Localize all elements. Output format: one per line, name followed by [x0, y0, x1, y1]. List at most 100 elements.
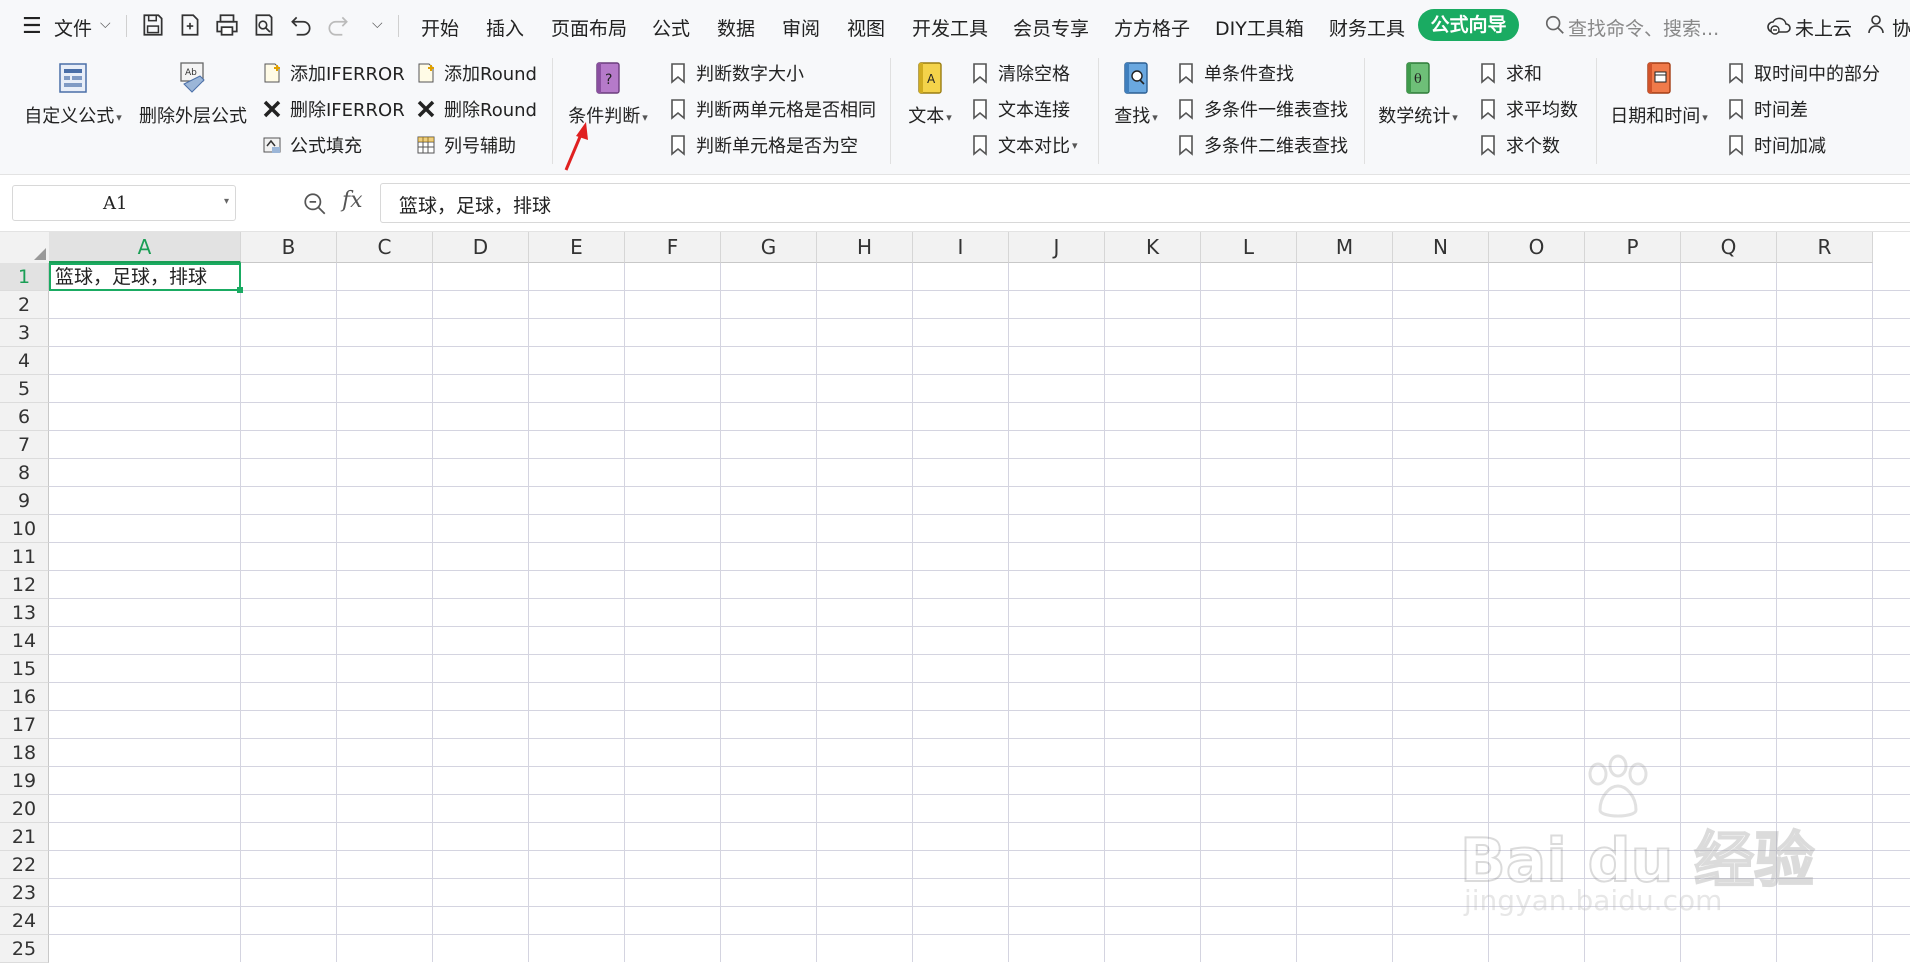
row-header-21[interactable]: 21: [0, 823, 49, 851]
row-header-15[interactable]: 15: [0, 655, 49, 683]
formula-fill-button[interactable]: 公式填充: [262, 132, 362, 158]
tab-member[interactable]: 会员专享: [1013, 14, 1089, 41]
name-box[interactable]: A1 ▾: [12, 185, 236, 221]
tab-view[interactable]: 视图: [847, 14, 885, 41]
row-header-16[interactable]: 16: [0, 683, 49, 711]
multi-2d-lookup-button[interactable]: 多条件二维表查找: [1176, 132, 1348, 158]
tab-review[interactable]: 审阅: [782, 14, 820, 41]
time-add-button[interactable]: 时间加减: [1726, 132, 1826, 158]
column-header-j[interactable]: J: [1009, 232, 1105, 263]
cloud-icon[interactable]: [1766, 13, 1792, 37]
column-header-k[interactable]: K: [1105, 232, 1201, 263]
tab-finance[interactable]: 财务工具: [1329, 14, 1405, 41]
single-condition-lookup-button[interactable]: 单条件查找: [1176, 60, 1294, 86]
row-header-8[interactable]: 8: [0, 459, 49, 487]
count-button[interactable]: 求个数: [1478, 132, 1560, 158]
add-round-button[interactable]: 添加Round: [416, 60, 537, 86]
row-header-18[interactable]: 18: [0, 739, 49, 767]
collaborate-label[interactable]: 协: [1892, 14, 1910, 41]
row-header-12[interactable]: 12: [0, 571, 49, 599]
text-join-button[interactable]: 文本连接: [970, 96, 1070, 122]
print-preview-icon[interactable]: [251, 12, 277, 38]
column-header-b[interactable]: B: [241, 232, 337, 263]
average-button[interactable]: 求平均数: [1478, 96, 1578, 122]
column-header-e[interactable]: E: [529, 232, 625, 263]
delete-round-button[interactable]: 删除Round: [416, 96, 537, 122]
name-box-dropdown-icon[interactable]: ▾: [224, 196, 229, 207]
clear-space-button[interactable]: 清除空格: [970, 60, 1070, 86]
column-header-q[interactable]: Q: [1681, 232, 1777, 263]
tab-formula-wizard[interactable]: 公式向导: [1418, 9, 1519, 41]
chevron-down-icon[interactable]: ⌵: [100, 16, 111, 32]
time-part-button[interactable]: 取时间中的部分: [1726, 60, 1880, 86]
tab-developer[interactable]: 开发工具: [912, 14, 988, 41]
row-header-20[interactable]: 20: [0, 795, 49, 823]
row-header-3[interactable]: 3: [0, 319, 49, 347]
column-header-l[interactable]: L: [1201, 232, 1297, 263]
add-iferror-button[interactable]: 添加IFERROR: [262, 60, 405, 86]
sum-button[interactable]: 求和: [1478, 60, 1542, 86]
row-header-24[interactable]: 24: [0, 907, 49, 935]
column-header-r[interactable]: R: [1777, 232, 1873, 263]
undo-icon[interactable]: [288, 12, 314, 38]
column-header-h[interactable]: H: [817, 232, 913, 263]
column-header-a[interactable]: A: [49, 232, 241, 263]
row-header-13[interactable]: 13: [0, 599, 49, 627]
column-header-d[interactable]: D: [433, 232, 529, 263]
export-icon[interactable]: [177, 12, 203, 38]
hamburger-icon[interactable]: ☰: [22, 14, 42, 39]
search-box[interactable]: 查找命令、搜索...: [1568, 14, 1719, 41]
lookup-button[interactable]: 查找 ▾: [1106, 60, 1166, 128]
fx-icon[interactable]: fx: [342, 188, 363, 213]
redo-icon[interactable]: [325, 12, 351, 38]
tab-diy[interactable]: DIY工具箱: [1215, 14, 1304, 41]
row-header-5[interactable]: 5: [0, 375, 49, 403]
column-header-n[interactable]: N: [1393, 232, 1489, 263]
column-header-p[interactable]: P: [1585, 232, 1681, 263]
row-header-1[interactable]: 1: [0, 263, 49, 291]
delete-iferror-button[interactable]: 删除IFERROR: [262, 96, 405, 122]
tab-formula[interactable]: 公式: [652, 14, 690, 41]
select-all-corner[interactable]: [0, 232, 50, 264]
column-header-g[interactable]: G: [721, 232, 817, 263]
print-icon[interactable]: [214, 12, 240, 38]
judge-two-cells-same-button[interactable]: 判断两单元格是否相同: [668, 96, 876, 122]
row-header-2[interactable]: 2: [0, 291, 49, 319]
judge-cell-empty-button[interactable]: 判断单元格是否为空: [668, 132, 858, 158]
search-icon[interactable]: [1544, 14, 1566, 36]
custom-formula-button[interactable]: 自定义公式 ▾: [18, 60, 128, 128]
collaborate-icon[interactable]: [1866, 12, 1890, 36]
tab-page-layout[interactable]: 页面布局: [551, 14, 627, 41]
row-header-25[interactable]: 25: [0, 935, 49, 963]
row-header-23[interactable]: 23: [0, 879, 49, 907]
tab-insert[interactable]: 插入: [486, 14, 524, 41]
text-button[interactable]: A 文本 ▾: [900, 60, 960, 128]
column-header-f[interactable]: F: [625, 232, 721, 263]
math-stats-button[interactable]: θ 数学统计 ▾: [1372, 60, 1464, 128]
row-header-11[interactable]: 11: [0, 543, 49, 571]
tab-start[interactable]: 开始: [421, 14, 459, 41]
save-icon[interactable]: [140, 12, 166, 38]
select-all-triangle-icon[interactable]: [34, 248, 46, 260]
column-header-o[interactable]: O: [1489, 232, 1585, 263]
remove-outer-formula-button[interactable]: Ab 删除外层公式: [136, 60, 250, 128]
row-header-22[interactable]: 22: [0, 851, 49, 879]
row-header-17[interactable]: 17: [0, 711, 49, 739]
datetime-button[interactable]: 日期和时间 ▾: [1604, 60, 1714, 128]
row-header-9[interactable]: 9: [0, 487, 49, 515]
row-header-7[interactable]: 7: [0, 431, 49, 459]
column-helper-button[interactable]: 列号辅助: [416, 132, 516, 158]
row-header-19[interactable]: 19: [0, 767, 49, 795]
tab-data[interactable]: 数据: [717, 14, 755, 41]
row-header-14[interactable]: 14: [0, 627, 49, 655]
fill-handle[interactable]: [237, 287, 243, 293]
file-menu[interactable]: 文件: [54, 14, 92, 41]
cloud-status[interactable]: 未上云: [1795, 14, 1852, 41]
formula-input[interactable]: 篮球，足球，排球: [380, 183, 1910, 223]
multi-1d-lookup-button[interactable]: 多条件一维表查找: [1176, 96, 1348, 122]
text-compare-button[interactable]: 文本对比 ▾: [970, 132, 1078, 158]
row-header-10[interactable]: 10: [0, 515, 49, 543]
judge-number-size-button[interactable]: 判断数字大小: [668, 60, 804, 86]
column-header-c[interactable]: C: [337, 232, 433, 263]
time-diff-button[interactable]: 时间差: [1726, 96, 1808, 122]
